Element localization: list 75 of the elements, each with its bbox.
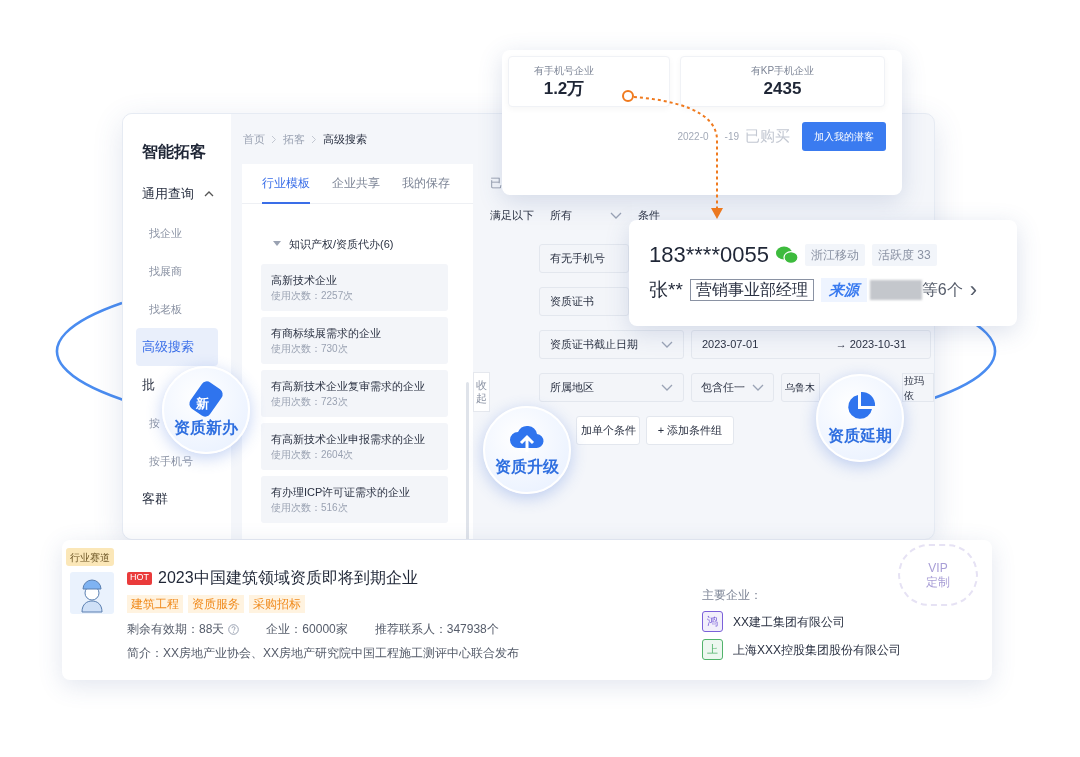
template-card[interactable]: 有高新技术企业申报需求的企业 使用次数：2604次: [261, 423, 448, 470]
sidebar-item[interactable]: 客群: [142, 489, 168, 509]
template-card[interactable]: 有办理ICP许可证需求的企业 使用次数：516次: [261, 476, 448, 523]
purchase-date: -19: [724, 130, 739, 144]
usage-count: 使用次数：723次: [271, 396, 349, 408]
condition-select[interactable]: 所属地区: [539, 373, 684, 402]
usage-count: 使用次数：2257次: [271, 290, 355, 302]
add-to-leads-button[interactable]: 加入我的潜客: [802, 122, 886, 151]
condition-select[interactable]: 有无手机号: [539, 244, 629, 273]
company-badge: 上: [702, 639, 723, 660]
stat-label: 有手机号企业: [534, 64, 594, 77]
template-title: 高新技术企业: [271, 273, 338, 287]
stat-value: 2435: [763, 78, 802, 99]
region-chip[interactable]: 拉玛依: [902, 373, 934, 402]
company-badge: 鸿: [702, 611, 723, 632]
info-tag: 活跃度 33: [871, 243, 937, 266]
new-tag: 新: [187, 379, 225, 419]
card-stat: 企业：60000家: [266, 621, 348, 638]
card-title: 2023中国建筑领域资质即将到期企业: [158, 568, 418, 588]
chevron-right[interactable]: ›: [969, 279, 978, 301]
stat-value: 1.2万: [543, 78, 585, 99]
usage-count: 使用次数：730次: [271, 343, 349, 355]
position-tag: 营销事业部经理: [689, 279, 814, 301]
stamp-text: 定制: [926, 575, 950, 589]
add-condition-button[interactable]: + 添加条件组: [646, 416, 734, 445]
bubble-label: 资质新办: [174, 419, 238, 437]
industry-tag: 建筑工程: [127, 595, 183, 613]
app-title: 智能拓客: [141, 142, 207, 162]
add-condition-button[interactable]: 加单个条件: [576, 416, 640, 445]
tab[interactable]: 行业模板: [262, 164, 310, 204]
stat-label: 有KP手机企业: [750, 64, 815, 77]
date-range-field[interactable]: 2023-07-01 → 2023-10-31: [691, 330, 931, 359]
companies-label: 主要企业：: [702, 587, 763, 604]
card-intro: 简介：XX房地产业协会、XX房地产研究院中国工程施工测评中心联合发布: [127, 645, 519, 662]
contact-name: 张**: [649, 277, 683, 302]
bubble-label: 资质升级: [495, 458, 559, 476]
section-label: 已: [490, 175, 503, 192]
condition-select[interactable]: 资质证书: [539, 287, 629, 316]
template-title: 有高新技术企业申报需求的企业: [271, 432, 426, 446]
company-name[interactable]: XX建工集团有限公司: [733, 612, 845, 631]
industry-tag: 采购招标: [249, 595, 305, 613]
template-title: 有高新技术企业复审需求的企业: [271, 379, 426, 393]
sidebar-item[interactable]: 高级搜索: [136, 328, 218, 366]
template-card[interactable]: 有高新技术企业复审需求的企业 使用次数：723次: [261, 370, 448, 417]
industry-tag: 资质服务: [188, 595, 244, 613]
hot-badge: HOT: [127, 571, 152, 585]
purchase-date: 2022-0: [677, 130, 709, 144]
tab[interactable]: 企业共享: [332, 164, 380, 204]
match-label: 条件: [638, 208, 660, 224]
tree-toggle[interactable]: 知识产权/资质代办(6): [242, 232, 473, 256]
usage-count: 使用次数：2604次: [271, 449, 355, 461]
source-count: 等6个: [921, 280, 963, 300]
category-ribbon: 行业赛道: [66, 548, 114, 566]
sidebar-item[interactable]: 批: [142, 375, 155, 395]
menu-group[interactable]: 通用查询: [136, 174, 218, 214]
match-label: 满足以下: [490, 208, 534, 224]
bubble-label: 资质延期: [828, 427, 892, 445]
phone-number: 183****0055: [649, 241, 769, 268]
template-card[interactable]: 有商标续展需求的企业 使用次数：730次: [261, 317, 448, 364]
card-stat: 推荐联系人：347938个: [374, 621, 499, 638]
company-name[interactable]: 上海XXX控股集团股份有限公司: [733, 640, 901, 659]
region-chip[interactable]: 乌鲁木: [781, 373, 820, 402]
purchased-label: 已购买: [745, 126, 790, 147]
operator-select[interactable]: 包含任一: [691, 373, 774, 402]
stamp-text: VIP: [928, 561, 948, 575]
info-tag: 浙江移动: [804, 243, 865, 266]
card-stat: 剩余有效期：88天: [127, 621, 225, 638]
breadcrumb-link[interactable]: 高级搜索: [323, 130, 367, 148]
template-title: 有办理ICP许可证需求的企业: [271, 485, 412, 499]
template-card[interactable]: 高新技术企业 使用次数：2257次: [261, 264, 448, 311]
usage-count: 使用次数：516次: [271, 502, 349, 514]
template-title: 有商标续展需求的企业: [271, 326, 382, 340]
tab[interactable]: 我的保存: [402, 164, 450, 204]
condition-select[interactable]: 资质证书截止日期: [539, 330, 684, 359]
source-label: 来源: [820, 278, 867, 302]
